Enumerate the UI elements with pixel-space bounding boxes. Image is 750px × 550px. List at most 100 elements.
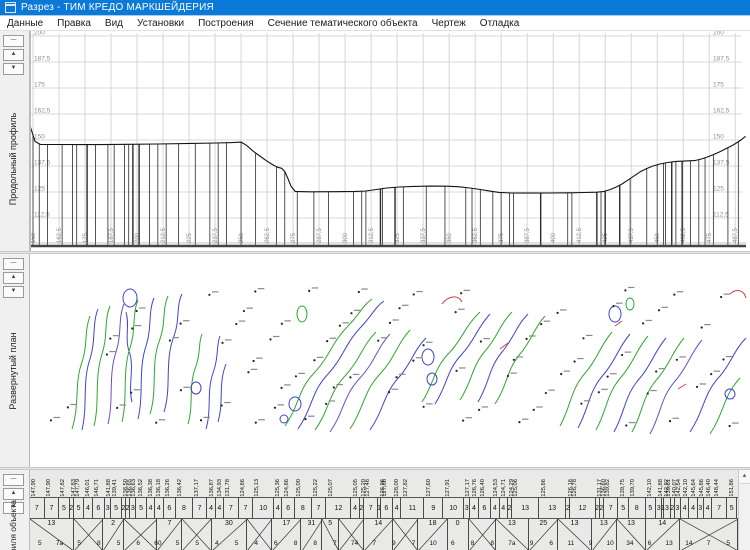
- svg-text:275: 275: [291, 232, 297, 243]
- distance-cell: 7: [45, 498, 60, 518]
- distance-cell: 6: [93, 498, 106, 518]
- menu-item-6[interactable]: Сечение тематического объекта: [261, 18, 425, 29]
- plan-collapse-button[interactable]: —: [3, 258, 24, 270]
- plan-move-up-button[interactable]: ▲: [3, 272, 24, 284]
- plan-canvas[interactable]: [30, 254, 750, 467]
- svg-text:112,5: 112,5: [713, 212, 729, 219]
- svg-text:200: 200: [713, 31, 724, 37]
- elevation-label: 125,05: [353, 479, 359, 497]
- distance-cell: 5: [111, 498, 121, 518]
- svg-text:187,5: 187,5: [713, 56, 730, 63]
- object-profile-table: 147,90147,90147,82147,83147,79146,01146,…: [30, 470, 738, 550]
- svg-text:375: 375: [499, 232, 505, 243]
- elevation-label: 127,82: [403, 479, 409, 497]
- plan-move-down-button[interactable]: ▼: [3, 286, 24, 298]
- table-vertical-scrollbar[interactable]: ▲: [738, 470, 750, 550]
- elevation-label: 142,10: [647, 479, 653, 497]
- elevation-label: 136,26: [165, 479, 171, 497]
- profile-canvas[interactable]: 150162,5175187,5200212,5225237,5250262,5…: [30, 31, 750, 251]
- elevation-label: 127,91: [445, 479, 451, 497]
- elevation-label: 139,75: [620, 479, 626, 497]
- elevation-label: 139,82: [605, 479, 611, 497]
- workspace: — ▲ ▼ Продольный профиль 150162,5175187,…: [0, 31, 750, 550]
- elevation-label: 125,07: [328, 479, 334, 497]
- distance-cell: 8: [295, 498, 312, 518]
- distance-cell: 4: [155, 498, 163, 518]
- distance-cell: 4: [491, 498, 499, 518]
- distance-cell: 4: [681, 498, 689, 518]
- svg-text:250: 250: [239, 232, 245, 243]
- table-row-slopes: 132730173151418013251313131457а585660554…: [30, 519, 738, 550]
- plan-plot: [30, 254, 750, 467]
- scroll-up-icon[interactable]: ▲: [739, 470, 750, 484]
- menu-item-8[interactable]: Отладка: [473, 18, 527, 29]
- elevation-label: 142,54: [676, 479, 682, 497]
- menu-item-4[interactable]: Установки: [130, 18, 191, 29]
- distance-cell: 7: [312, 498, 327, 518]
- profile-sidebar: — ▲ ▼ Продольный профиль: [0, 31, 30, 251]
- distance-cell: 5: [646, 498, 656, 518]
- elevation-label: 136,63: [131, 479, 137, 497]
- svg-text:400: 400: [551, 232, 557, 243]
- menu-item-2[interactable]: Правка: [50, 18, 98, 29]
- elevation-label: 146,40: [706, 479, 712, 497]
- profile-move-up-button[interactable]: ▲: [3, 49, 24, 61]
- distance-cell: 13: [512, 498, 539, 518]
- elevation-label: 126,76: [472, 479, 478, 497]
- elevation-label: 147,82: [60, 479, 66, 497]
- distance-cell: 4: [393, 498, 401, 518]
- svg-text:262,5: 262,5: [265, 227, 271, 243]
- svg-text:425: 425: [603, 232, 609, 243]
- elevation-label: 125,06: [513, 479, 519, 497]
- elevation-label: 124,53: [493, 479, 499, 497]
- elevation-label: 148,44: [714, 479, 720, 497]
- menu-item-3[interactable]: Вид: [98, 18, 130, 29]
- svg-text:450: 450: [655, 232, 661, 243]
- elevation-label: 151,86: [729, 479, 735, 497]
- elevation-label: 134,93: [217, 479, 223, 497]
- elevation-label: 126,40: [480, 479, 486, 497]
- plan-panel-label: Развернутый план: [8, 333, 18, 410]
- elevation-label: 139,41: [112, 479, 118, 497]
- svg-text:387,5: 387,5: [525, 227, 531, 243]
- menu-item-1[interactable]: Данные: [0, 18, 50, 29]
- svg-text:300: 300: [343, 232, 349, 243]
- distance-cell: 6: [282, 498, 295, 518]
- svg-text:187,5: 187,5: [34, 56, 51, 63]
- elevation-label: 147,79: [75, 479, 81, 497]
- table-move-up-button[interactable]: ▲: [3, 488, 24, 500]
- svg-text:200: 200: [34, 31, 45, 37]
- panel-longitudinal-profile: — ▲ ▼ Продольный профиль 150162,5175187,…: [0, 31, 750, 251]
- menu-item-7[interactable]: Чертеж: [425, 18, 473, 29]
- elevation-label: 125,13: [254, 479, 260, 497]
- distance-cell: 5: [59, 498, 69, 518]
- menubar: ДанныеПравкаВидУстановкиПостроенияСечени…: [0, 16, 750, 31]
- plan-sidebar: — ▲ ▼ Развернутый план: [0, 254, 30, 467]
- elevation-label: 127,17: [465, 479, 471, 497]
- elevation-label: 125,22: [313, 479, 319, 497]
- svg-text:175: 175: [83, 232, 89, 243]
- distance-cell: 5: [618, 498, 628, 518]
- profile-collapse-button[interactable]: —: [3, 35, 24, 47]
- distance-cell: 4: [216, 498, 224, 518]
- svg-text:137,5: 137,5: [713, 160, 730, 167]
- table-area: 147,90147,90147,82147,83147,79146,01146,…: [30, 470, 750, 550]
- svg-text:475: 475: [707, 232, 713, 243]
- elevation-label: 127,60: [426, 479, 432, 497]
- distance-cell: 10: [253, 498, 274, 518]
- profile-move-down-button[interactable]: ▼: [3, 63, 24, 75]
- distance-cell: 4: [147, 498, 155, 518]
- elevation-label: 145,86: [699, 479, 705, 497]
- elevation-label: 128,00: [394, 479, 400, 497]
- menu-item-5[interactable]: Построения: [191, 18, 261, 29]
- elevation-label: 136,38: [148, 479, 154, 497]
- elevation-label: 141,88: [658, 479, 664, 497]
- elevation-label: 136,87: [209, 479, 215, 497]
- svg-text:150: 150: [713, 134, 724, 141]
- distance-cell: 4: [207, 498, 215, 518]
- elevation-label: 147,90: [46, 479, 52, 497]
- svg-text:412,5: 412,5: [577, 227, 583, 243]
- distance-cell: 6: [164, 498, 177, 518]
- elevation-label: 139,70: [630, 479, 636, 497]
- table-collapse-button[interactable]: —: [3, 474, 24, 486]
